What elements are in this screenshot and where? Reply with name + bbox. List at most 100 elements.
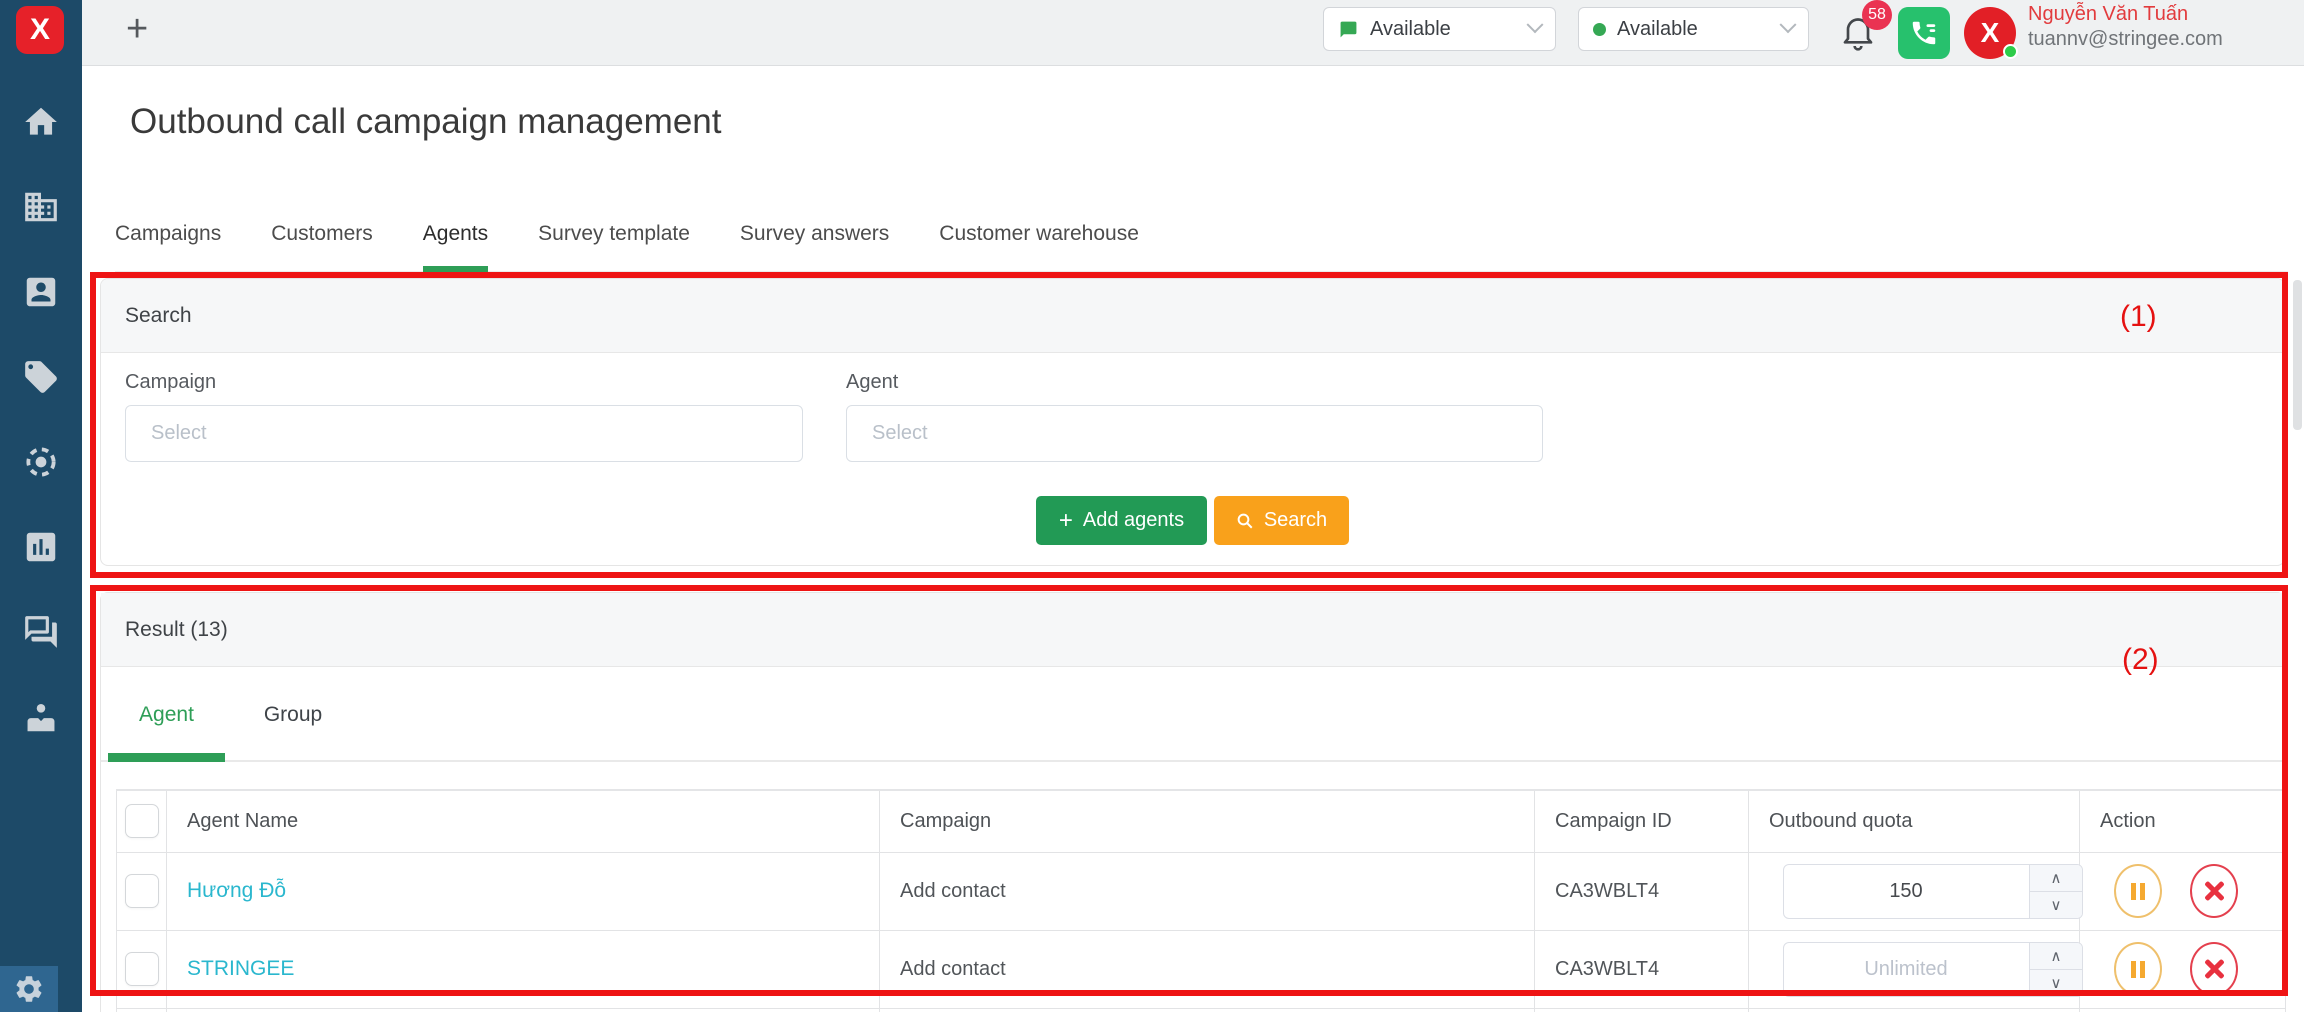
result-tab-bar: Agent Group — [101, 669, 2284, 762]
header-campaign-id: Campaign ID — [1535, 790, 1749, 852]
contact-card-icon — [22, 273, 60, 311]
add-agents-label: Add agents — [1083, 509, 1184, 532]
main-tab-bar: Campaigns Customers Agents Survey templa… — [115, 222, 2288, 272]
agent-name-link[interactable]: Hương Đỗ — [187, 879, 286, 902]
table-row: STRINGEE Add contact CA3WBLT4 ∧ ∨ — [117, 930, 2286, 1008]
campaign-cell: Add contact — [900, 880, 1006, 902]
chat-status-icon — [1338, 20, 1359, 39]
sidebar-item-settings[interactable] — [0, 966, 58, 1012]
row-checkbox[interactable] — [125, 874, 159, 908]
table-header-row: Agent Name Campaign Campaign ID Outbound… — [117, 790, 2286, 852]
pause-icon — [2131, 883, 2145, 900]
home-icon — [22, 103, 60, 141]
header-campaign: Campaign — [880, 790, 1535, 852]
tab-group[interactable]: Group — [241, 703, 345, 727]
sidebar-item-company[interactable] — [0, 185, 82, 229]
search-panel-title: Search — [125, 304, 192, 328]
scrollbar-thumb[interactable] — [2293, 280, 2302, 430]
header-action: Action — [2080, 790, 2286, 852]
remove-icon — [2203, 958, 2225, 980]
result-panel: Result (13) Agent Group Agent Name Campa… — [100, 592, 2285, 1012]
table-row: Hương Đỗ Add contact CA3WBLT4 ∧ ∨ — [117, 852, 2286, 930]
campaign-field-label: Campaign — [125, 371, 216, 394]
active-tab-indicator — [108, 753, 225, 762]
sidebar-item-reports[interactable] — [0, 525, 82, 569]
sidebar-item-home[interactable] — [0, 100, 82, 144]
phone-icon — [1909, 18, 1939, 48]
sidebar: X — [0, 0, 82, 1012]
tab-survey-template[interactable]: Survey template — [538, 222, 690, 271]
add-agents-button[interactable]: + Add agents — [1036, 496, 1207, 545]
page-title: Outbound call campaign management — [130, 102, 721, 142]
avatar-letter: X — [1981, 17, 2000, 49]
online-dot-icon — [2003, 44, 2018, 59]
quota-number-input: ∧ ∨ — [1783, 942, 2083, 997]
stepper-down-button[interactable]: ∨ — [2030, 970, 2082, 996]
user-name[interactable]: Nguyễn Văn Tuấn — [2028, 3, 2188, 26]
result-panel-header: Result (13) — [101, 593, 2284, 667]
tab-agent[interactable]: Agent — [108, 703, 225, 727]
bar-chart-icon — [22, 528, 60, 566]
tag-icon — [22, 358, 60, 396]
pause-icon — [2131, 961, 2145, 978]
stepper-up-button[interactable]: ∧ — [2030, 865, 2082, 892]
stringee-logo[interactable]: X — [16, 6, 64, 54]
gear-icon — [13, 973, 45, 1005]
chat-icon — [22, 613, 60, 651]
header-outbound-quota: Outbound quota — [1749, 790, 2080, 852]
quota-number-input: ∧ ∨ — [1783, 864, 2083, 919]
plus-icon: + — [1059, 511, 1073, 531]
quota-stepper: ∧ ∨ — [2029, 943, 2082, 996]
notification-badge: 58 — [1862, 0, 1892, 30]
target-icon — [22, 443, 60, 481]
tab-customer-warehouse[interactable]: Customer warehouse — [939, 222, 1139, 271]
tab-customers[interactable]: Customers — [271, 222, 373, 271]
topbar: + Available Available 58 X Nguyễn Văn Tu… — [82, 0, 2304, 66]
search-button[interactable]: Search — [1214, 496, 1349, 545]
chat-status-label: Available — [1370, 18, 1451, 41]
sidebar-item-contacts[interactable] — [0, 270, 82, 314]
user-avatar[interactable]: X — [1964, 7, 2016, 59]
agent-name-link[interactable]: STRINGEE — [187, 957, 294, 980]
tab-agents[interactable]: Agents — [423, 222, 488, 272]
sidebar-item-chat[interactable] — [0, 610, 82, 654]
sidebar-item-training[interactable] — [0, 695, 82, 739]
call-status-dropdown[interactable]: Available — [1578, 7, 1809, 51]
chevron-down-icon — [1527, 16, 1544, 33]
result-panel-title: Result (13) — [125, 618, 228, 642]
search-panel: Search Campaign Agent + Add agents Searc… — [100, 278, 2285, 566]
user-email: tuannv@stringee.com — [2028, 28, 2223, 51]
sidebar-item-campaigns[interactable] — [0, 440, 82, 484]
building-icon — [22, 188, 60, 226]
row-checkbox[interactable] — [125, 952, 159, 986]
campaign-id-cell: CA3WBLT4 — [1555, 880, 1659, 902]
tab-survey-answers[interactable]: Survey answers — [740, 222, 889, 271]
campaign-select[interactable] — [125, 405, 803, 462]
pause-agent-button[interactable] — [2114, 942, 2162, 996]
select-all-checkbox[interactable] — [125, 804, 159, 838]
new-tab-button[interactable]: + — [126, 8, 148, 50]
search-icon — [1236, 512, 1254, 530]
header-agent-name: Agent Name — [167, 790, 880, 852]
agents-table: Agent Name Campaign Campaign ID Outbound… — [116, 789, 2286, 1012]
table-row — [117, 1008, 2286, 1012]
presence-dot-icon — [1593, 23, 1606, 36]
sidebar-item-tags[interactable] — [0, 355, 82, 399]
search-panel-header: Search — [101, 279, 2284, 353]
pause-agent-button[interactable] — [2114, 864, 2162, 918]
remove-icon — [2203, 880, 2225, 902]
agent-select[interactable] — [846, 405, 1543, 462]
row-actions — [2114, 864, 2285, 918]
chat-status-dropdown[interactable]: Available — [1323, 7, 1556, 51]
stepper-up-button[interactable]: ∧ — [2030, 943, 2082, 970]
remove-agent-button[interactable] — [2190, 942, 2238, 996]
person-book-icon — [22, 698, 60, 736]
tab-campaigns[interactable]: Campaigns — [115, 222, 221, 271]
remove-agent-button[interactable] — [2190, 864, 2238, 918]
call-status-label: Available — [1617, 18, 1698, 41]
quota-stepper: ∧ ∨ — [2029, 865, 2082, 918]
call-button[interactable] — [1898, 7, 1950, 59]
campaign-id-cell: CA3WBLT4 — [1555, 958, 1659, 980]
stepper-down-button[interactable]: ∨ — [2030, 892, 2082, 918]
campaign-cell: Add contact — [900, 958, 1006, 980]
